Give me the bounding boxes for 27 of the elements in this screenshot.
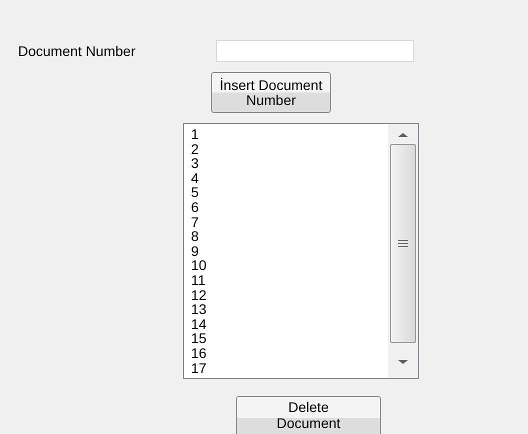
list-item[interactable]: 15 — [191, 331, 388, 346]
scroll-down-icon[interactable] — [398, 359, 408, 365]
list-item[interactable]: 5 — [191, 185, 388, 200]
list-item[interactable]: 9 — [191, 244, 388, 258]
list-item[interactable]: 4 — [191, 170, 388, 186]
list-item[interactable]: 8 — [191, 229, 388, 244]
scroll-thumb[interactable] — [390, 144, 416, 343]
list-item[interactable]: 14 — [191, 316, 388, 332]
scroll-up-icon[interactable] — [398, 132, 408, 138]
delete-button[interactable]: Delete Document — [236, 396, 381, 434]
list-item[interactable]: 6 — [191, 200, 388, 215]
grip-icon — [398, 240, 408, 247]
list-item[interactable]: 11 — [191, 272, 388, 288]
input-field[interactable] — [216, 40, 414, 62]
list-item[interactable]: 10 — [191, 258, 388, 273]
list-item[interactable]: 1 — [191, 127, 388, 142]
scrollbar[interactable] — [388, 124, 418, 378]
list-item[interactable]: 2 — [191, 142, 388, 156]
list-item[interactable]: 7 — [191, 214, 388, 230]
list-item[interactable]: 3 — [191, 156, 388, 171]
list-box[interactable]: 1 2 3 4 5 6 7 8 9 10 11 12 13 14 15 16 17 — [183, 123, 419, 379]
insert-button[interactable]: İnsert Document Number — [211, 72, 331, 113]
list-item[interactable]: 16 — [191, 346, 388, 360]
list-item[interactable]: 12 — [191, 288, 388, 302]
list-item[interactable]: 13 — [191, 302, 388, 317]
list-item[interactable]: 17 — [191, 360, 388, 376]
field-label: Document Number — [18, 42, 136, 60]
